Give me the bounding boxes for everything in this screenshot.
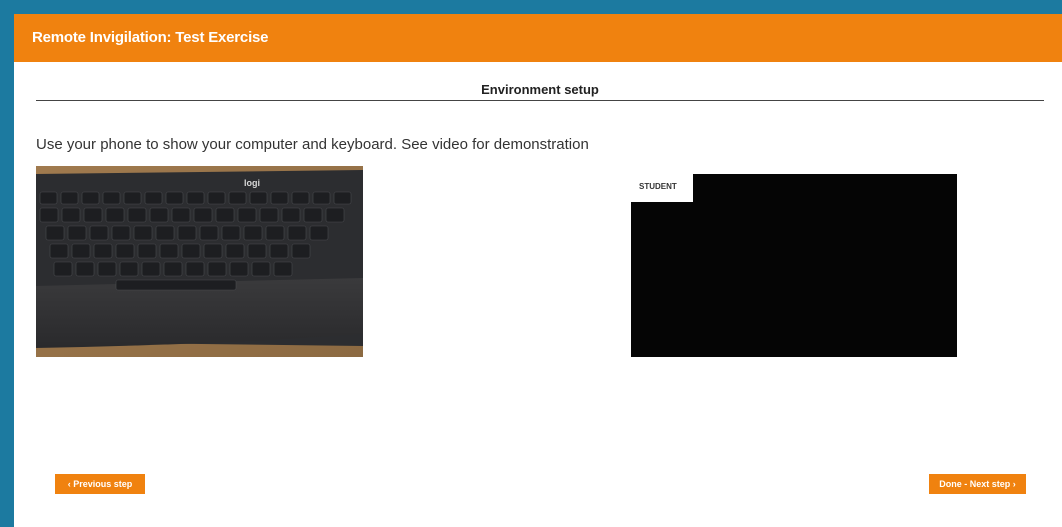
section-title: Environment setup <box>481 82 599 97</box>
keyboard-brand-logo: logi <box>244 178 260 188</box>
chevron-right-icon: › <box>1012 479 1016 489</box>
video-label: STUDENT <box>631 174 693 202</box>
chevron-left-icon: ‹ <box>67 479 71 489</box>
app-header: Remote Invigilation: Test Exercise <box>14 14 1062 62</box>
section-divider <box>36 100 1044 101</box>
keyboard-image: logi <box>36 166 363 357</box>
previous-step-button[interactable]: ‹ Previous step <box>55 474 145 494</box>
keyboard-photo: logi <box>36 166 363 357</box>
instruction-text: Use your phone to show your computer and… <box>36 136 589 153</box>
next-step-label: Done - Next step <box>939 479 1011 489</box>
next-step-button[interactable]: Done - Next step › <box>929 474 1026 494</box>
previous-step-label: Previous step <box>73 479 133 489</box>
app-title: Remote Invigilation: Test Exercise <box>32 29 269 46</box>
app-window: Remote Invigilation: Test Exercise Envir… <box>14 14 1062 527</box>
student-video-feed: STUDENT <box>631 174 957 357</box>
